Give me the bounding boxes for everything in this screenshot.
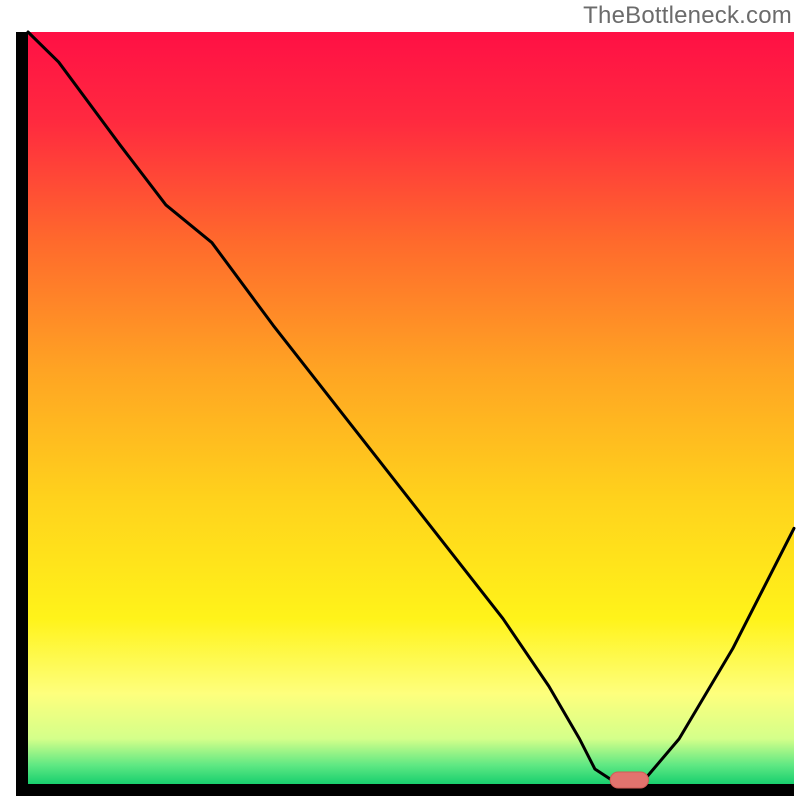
plot-background — [28, 32, 794, 784]
bottleneck-chart: TheBottleneck.com — [0, 0, 800, 800]
chart-svg — [0, 0, 800, 800]
x-axis — [16, 784, 794, 796]
y-axis — [16, 32, 28, 796]
optimal-marker — [610, 772, 648, 788]
watermark-label: TheBottleneck.com — [583, 2, 792, 30]
